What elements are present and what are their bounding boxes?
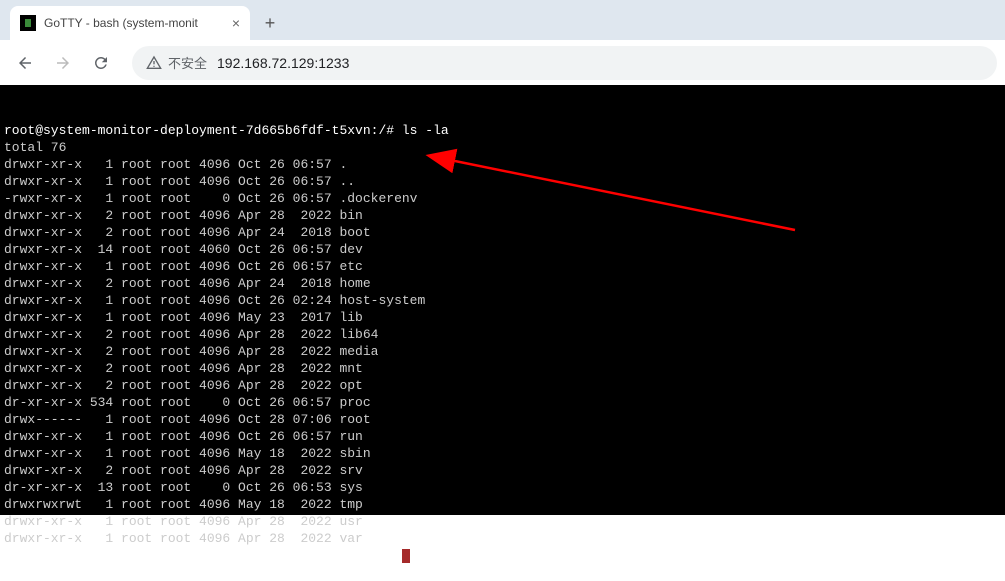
browser-tab[interactable]: GoTTY - bash (system-monit × [10, 6, 250, 40]
forward-button[interactable] [46, 46, 80, 80]
browser-toolbar: 不安全 192.168.72.129:1233 [0, 40, 1005, 85]
terminal-line: drwxr-xr-x 2 root root 4096 Apr 24 2018 … [4, 224, 1001, 241]
terminal-line: root@system-monitor-deployment-7d665b6fd… [4, 547, 1001, 564]
terminal-line: drwxr-xr-x 2 root root 4096 Apr 28 2022 … [4, 207, 1001, 224]
terminal-line: -rwxr-xr-x 1 root root 0 Oct 26 06:57 .d… [4, 190, 1001, 207]
reload-icon [92, 54, 110, 72]
terminal-line: drwx------ 1 root root 4096 Oct 28 07:06… [4, 411, 1001, 428]
terminal-line: dr-xr-xr-x 534 root root 0 Oct 26 06:57 … [4, 394, 1001, 411]
address-bar[interactable]: 不安全 192.168.72.129:1233 [132, 46, 997, 80]
terminal-line: drwxr-xr-x 2 root root 4096 Apr 28 2022 … [4, 360, 1001, 377]
terminal-line: drwxr-xr-x 1 root root 4096 Oct 26 06:57… [4, 428, 1001, 445]
terminal-line: drwxr-xr-x 1 root root 4096 Oct 26 02:24… [4, 292, 1001, 309]
reload-button[interactable] [84, 46, 118, 80]
tab-close-icon[interactable]: × [232, 16, 240, 30]
terminal-line: drwxr-xr-x 2 root root 4096 Apr 28 2022 … [4, 462, 1001, 479]
terminal-favicon-icon [20, 15, 36, 31]
terminal-line: drwxr-xr-x 1 root root 4096 May 18 2022 … [4, 445, 1001, 462]
terminal-line: root@system-monitor-deployment-7d665b6fd… [4, 122, 1001, 139]
security-text: 不安全 [168, 53, 207, 72]
arrow-right-icon [54, 54, 72, 72]
back-button[interactable] [8, 46, 42, 80]
terminal-line: drwxr-xr-x 1 root root 4096 May 23 2017 … [4, 309, 1001, 326]
terminal-line: drwxr-xr-x 1 root root 4096 Apr 28 2022 … [4, 513, 1001, 530]
terminal-line: drwxr-xr-x 2 root root 4096 Apr 28 2022 … [4, 326, 1001, 343]
terminal-line: drwxr-xr-x 2 root root 4096 Apr 28 2022 … [4, 343, 1001, 360]
terminal-line: drwxr-xr-x 1 root root 4096 Apr 28 2022 … [4, 530, 1001, 547]
terminal-line: dr-xr-xr-x 13 root root 0 Oct 26 06:53 s… [4, 479, 1001, 496]
terminal-line: drwxr-xr-x 2 root root 4096 Apr 24 2018 … [4, 275, 1001, 292]
tab-title: GoTTY - bash (system-monit [44, 16, 224, 30]
arrow-left-icon [16, 54, 34, 72]
terminal-line: drwxr-xr-x 14 root root 4060 Oct 26 06:5… [4, 241, 1001, 258]
tab-bar: GoTTY - bash (system-monit × + [0, 0, 1005, 40]
new-tab-button[interactable]: + [256, 9, 284, 37]
terminal-line: drwxrwxrwt 1 root root 4096 May 18 2022 … [4, 496, 1001, 513]
url-text: 192.168.72.129:1233 [217, 55, 349, 71]
terminal-cursor [402, 549, 410, 563]
terminal-line: drwxr-xr-x 1 root root 4096 Oct 26 06:57… [4, 173, 1001, 190]
browser-chrome: GoTTY - bash (system-monit × + 不安全 192.1… [0, 0, 1005, 85]
security-indicator: 不安全 [146, 53, 207, 72]
terminal-line: total 76 [4, 139, 1001, 156]
terminal-line: drwxr-xr-x 1 root root 4096 Oct 26 06:57… [4, 258, 1001, 275]
warning-triangle-icon [146, 55, 162, 71]
terminal-line: drwxr-xr-x 1 root root 4096 Oct 26 06:57… [4, 156, 1001, 173]
terminal-line: drwxr-xr-x 2 root root 4096 Apr 28 2022 … [4, 377, 1001, 394]
terminal[interactable]: root@system-monitor-deployment-7d665b6fd… [0, 85, 1005, 515]
